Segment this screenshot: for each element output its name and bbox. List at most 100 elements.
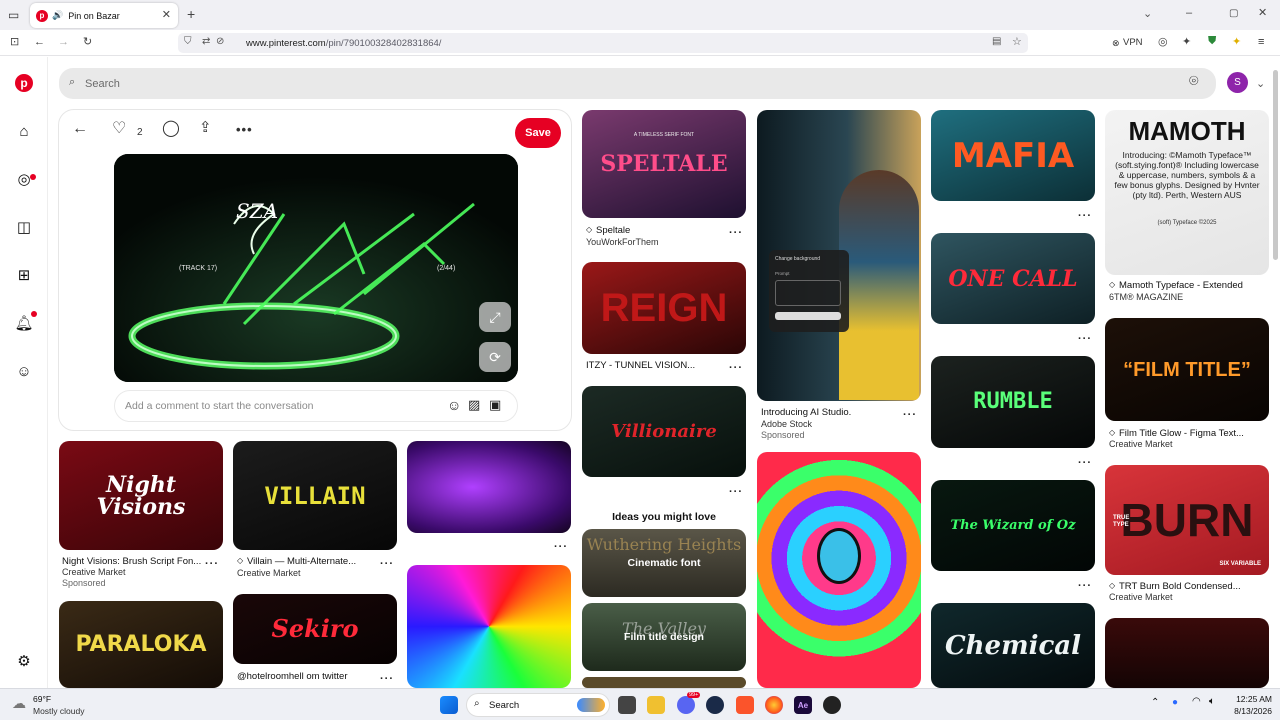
- avatar[interactable]: S: [1227, 72, 1248, 93]
- share-icon[interactable]: ⇪: [199, 120, 212, 135]
- pin-image-wizardoz[interactable]: The Wizard of Oz: [931, 480, 1095, 571]
- steam-icon[interactable]: [706, 696, 724, 714]
- pin-more-icon[interactable]: ···: [1078, 334, 1092, 345]
- forward-icon[interactable]: →: [58, 35, 69, 49]
- pin-source[interactable]: YouWorkForThem: [586, 237, 659, 247]
- pin-image-dark-bottom[interactable]: [1105, 618, 1269, 688]
- bookmark-star-icon[interactable]: ☆: [1012, 35, 1022, 48]
- pin-title[interactable]: Mamoth Typeface - Extended: [1119, 280, 1243, 291]
- weather-desc[interactable]: Mostly cloudy: [33, 706, 85, 716]
- vpn-icon[interactable]: ⊗: [1112, 36, 1120, 50]
- pin-image-hotelroom[interactable]: Sekiro: [233, 594, 397, 664]
- pin-image-chemical[interactable]: Chemical: [931, 603, 1095, 688]
- pin-image-adobe-stock[interactable]: Change background Prompt: [757, 110, 921, 401]
- shield-extension-icon[interactable]: ⛊: [1208, 34, 1216, 48]
- expand-image-button[interactable]: ⤢: [479, 302, 511, 332]
- pin-image-mafia[interactable]: MAFIA: [931, 110, 1095, 201]
- idea-card-film-title-design[interactable]: The Valley Film title design: [582, 603, 746, 671]
- boards-icon[interactable]: ◫: [12, 215, 36, 239]
- reload-icon[interactable]: ↻: [83, 35, 92, 49]
- messages-icon[interactable]: ☺: [12, 359, 36, 383]
- pin-main-image[interactable]: SZA (TRACK 17) (2/44) ⤢ ⟳: [114, 154, 518, 382]
- pin-source[interactable]: Creative Market: [62, 567, 126, 577]
- pin-image-filmtitle[interactable]: “FILM TITLE”: [1105, 318, 1269, 421]
- image-upload-icon[interactable]: ▣: [489, 397, 501, 413]
- maximize-icon[interactable]: ▢: [1229, 7, 1238, 21]
- wifi-icon[interactable]: ◠: [1192, 696, 1201, 707]
- pin-title[interactable]: ITZY - TUNNEL VISION...: [586, 360, 695, 371]
- account-icon[interactable]: ◎: [1158, 35, 1168, 49]
- reader-view-icon[interactable]: ▤: [992, 36, 1001, 47]
- blocked-media-icon[interactable]: ⊘: [216, 36, 224, 47]
- pin-source[interactable]: Adobe Stock: [761, 419, 812, 429]
- spark-icon[interactable]: ✦: [1232, 35, 1241, 49]
- file-explorer-icon[interactable]: [647, 696, 665, 714]
- pin-more-icon[interactable]: ···: [380, 674, 394, 685]
- pin-more-icon[interactable]: ···: [729, 363, 743, 374]
- audio-playing-icon[interactable]: 🔊: [52, 10, 63, 21]
- pin-image-nightvisions[interactable]: Night Visions: [59, 441, 223, 550]
- save-button[interactable]: Save: [515, 118, 561, 148]
- close-window-icon[interactable]: ✕: [1258, 6, 1267, 20]
- pin-more-icon[interactable]: ···: [903, 410, 917, 421]
- pin-more-icon[interactable]: ···: [554, 542, 568, 553]
- pin-title[interactable]: Film Title Glow - Figma Text...: [1119, 428, 1244, 439]
- visual-search-button[interactable]: ⟳: [479, 342, 511, 372]
- page-scrollbar[interactable]: [1273, 70, 1278, 260]
- pin-more-icon[interactable]: ···: [729, 487, 743, 498]
- permissions-icon[interactable]: ⇄: [202, 36, 210, 47]
- tab-list-chevron-icon[interactable]: ⌄: [1143, 7, 1152, 21]
- pin-image-colorful-mural[interactable]: [757, 452, 921, 688]
- clock-time[interactable]: 12:25 AM: [1232, 694, 1272, 704]
- minimize-icon[interactable]: –: [1186, 6, 1192, 20]
- sidebar-toggle-icon[interactable]: ⊡: [10, 35, 19, 49]
- firefox-icon[interactable]: [765, 696, 783, 714]
- pin-image-burn[interactable]: BURN TRUE TYPE SIX VARIABLE: [1105, 465, 1269, 575]
- pin-more-icon[interactable]: ···: [380, 559, 394, 570]
- account-menu-chevron-icon[interactable]: ⌄: [1256, 77, 1265, 91]
- show-hidden-icons-chevron-icon[interactable]: ⌃: [1151, 697, 1159, 708]
- pin-image-speltale[interactable]: SPELTALE A TIMELESS SERIF FONT: [582, 110, 746, 218]
- create-icon[interactable]: ⊞: [12, 263, 36, 287]
- sticker-icon[interactable]: ▨: [468, 397, 480, 413]
- pin-source[interactable]: 6TM® MAGAZINE: [1109, 292, 1183, 302]
- pin-title[interactable]: @hotelroomhell om twitter: [237, 671, 348, 682]
- pin-image-mamoth[interactable]: MAMOTH Introducing: ©Mamoth Typeface™ (s…: [1105, 110, 1269, 275]
- shield-icon[interactable]: ⛉: [184, 36, 192, 47]
- search-bar[interactable]: ⌕ Search: [59, 68, 1216, 99]
- pin-source[interactable]: Creative Market: [1109, 592, 1173, 602]
- address-bar[interactable]: ⛉ ⇄ ⊘ www.pinterest.com/pin/790100328402…: [178, 33, 1028, 53]
- pin-title[interactable]: Introducing AI Studio.: [761, 407, 851, 418]
- visual-search-camera-icon[interactable]: ⌾: [1189, 74, 1199, 90]
- brave-icon[interactable]: [736, 696, 754, 714]
- pin-image-rumble[interactable]: RUMBLE: [931, 356, 1095, 448]
- idea-card-partial[interactable]: [582, 677, 746, 688]
- taskbar-search[interactable]: ⌕ Search: [466, 693, 610, 717]
- emoji-icon[interactable]: ☺: [447, 397, 461, 413]
- like-heart-icon[interactable]: ♡: [112, 121, 126, 137]
- browser-tab[interactable]: p 🔊 Pin on Bazar ✕: [30, 3, 178, 28]
- settings-icon[interactable]: ⚙: [12, 649, 36, 673]
- weather-icon[interactable]: ☁: [12, 695, 26, 712]
- tab-overview-icon[interactable]: ▭: [8, 8, 19, 22]
- discord-icon[interactable]: [677, 696, 695, 714]
- pin-more-icon[interactable]: ···: [1078, 581, 1092, 592]
- comment-input[interactable]: Add a comment to start the conversation …: [114, 390, 518, 422]
- pin-image-abstract-colors[interactable]: [407, 565, 571, 688]
- microphone-icon[interactable]: ●: [1172, 697, 1178, 708]
- idea-card-cinematic-font[interactable]: Wuthering Heights Cinematic font: [582, 529, 746, 597]
- comment-icon[interactable]: ◯: [162, 121, 180, 137]
- menu-icon[interactable]: ≡: [1258, 35, 1264, 49]
- start-button[interactable]: [440, 696, 458, 714]
- back-arrow-icon[interactable]: ←: [72, 121, 88, 137]
- search-input[interactable]: Search: [85, 78, 120, 90]
- after-effects-icon[interactable]: Ae: [794, 696, 812, 714]
- new-tab-icon[interactable]: +: [187, 7, 195, 21]
- pin-source[interactable]: Creative Market: [237, 568, 301, 578]
- vpn-label[interactable]: VPN: [1123, 36, 1143, 50]
- home-icon[interactable]: ⌂: [12, 119, 36, 143]
- pin-image-paraloka[interactable]: PARALOKA: [59, 601, 223, 688]
- pin-image-villain[interactable]: VILLAIN: [233, 441, 397, 550]
- pin-image-onecall[interactable]: ONE CALL: [931, 233, 1095, 324]
- pinterest-logo-icon[interactable]: p: [12, 71, 36, 95]
